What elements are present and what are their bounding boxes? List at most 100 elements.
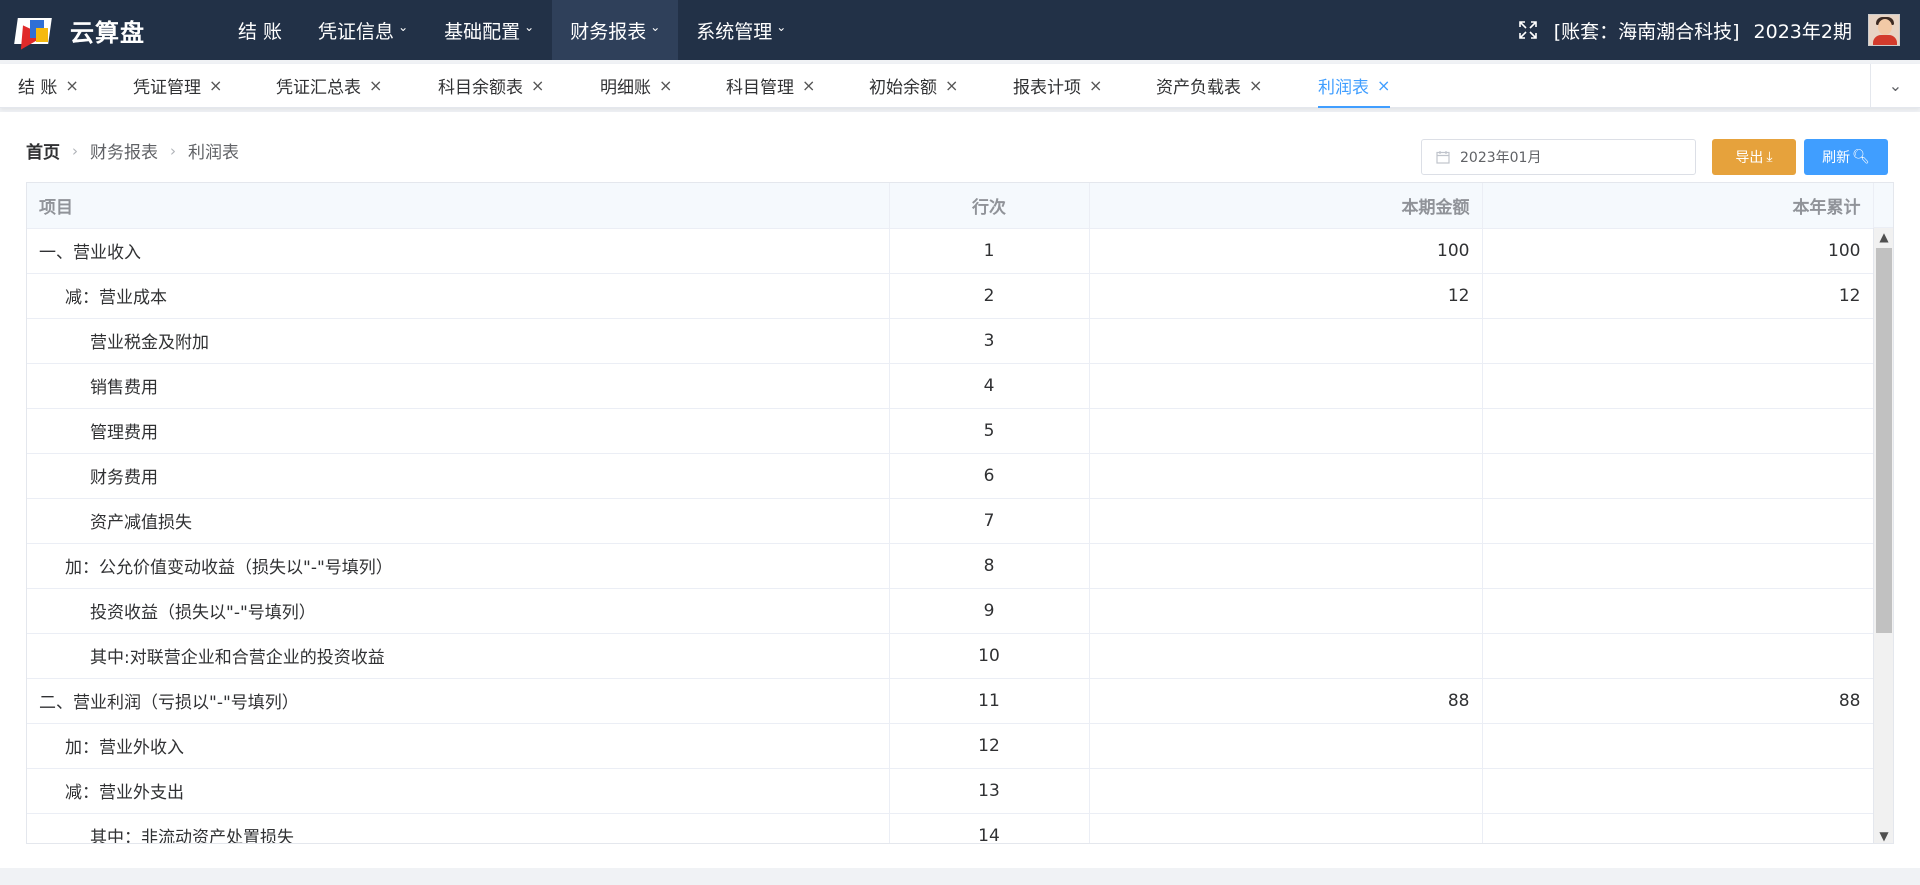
row-line-no: 14 xyxy=(889,813,1090,843)
page-tabs: 结 账 × 凭证管理 × 凭证汇总表 × 科目余额表 × 明细账 × 科目管理 × 初始余额 × 报表计项 ×… xyxy=(0,64,1870,108)
row-ytd-amount: 88 xyxy=(1482,678,1874,724)
breadcrumb-level1[interactable]: 财务报表 xyxy=(90,138,158,163)
row-item-name: 财务费用 xyxy=(27,453,890,499)
scrollbar-thumb[interactable] xyxy=(1876,248,1892,633)
brand[interactable]: 云算盘 xyxy=(0,0,210,60)
scroll-down-icon[interactable]: ▼ xyxy=(1874,827,1893,843)
close-icon[interactable]: × xyxy=(369,76,382,95)
row-line-no: 10 xyxy=(889,633,1090,679)
close-icon[interactable]: × xyxy=(1377,76,1390,95)
row-ytd-amount xyxy=(1482,498,1874,544)
month-picker-value: 2023年01月 xyxy=(1460,150,1542,166)
row-ytd-amount xyxy=(1482,318,1874,364)
page-tab-label: 初始余额 xyxy=(869,78,937,98)
row-current-amount xyxy=(1089,408,1483,454)
page-tab-label: 报表计项 xyxy=(1013,78,1081,98)
page-tab-label: 结 账 xyxy=(18,78,58,98)
user-avatar[interactable] xyxy=(1868,14,1900,46)
page-tab[interactable]: 资产负载表 × xyxy=(1156,64,1262,108)
table-row: 投资收益（损失以"-"号填列） 9 xyxy=(27,588,1874,634)
page-tab[interactable]: 科目管理 × xyxy=(726,64,815,108)
row-line-no: 13 xyxy=(889,768,1090,814)
page-tab[interactable]: 科目余额表 × xyxy=(438,64,544,108)
nav-menu-item[interactable]: 基础配置 ⌄ xyxy=(426,0,552,60)
row-line-no: 7 xyxy=(889,498,1090,544)
header-line-no: 行次 xyxy=(889,183,1090,229)
page-tab[interactable]: 凭证汇总表 × xyxy=(276,64,382,108)
close-icon[interactable]: × xyxy=(209,76,222,95)
close-icon[interactable]: × xyxy=(1249,76,1262,95)
row-ytd-amount xyxy=(1482,408,1874,454)
nav-menu-item[interactable]: 结 账 xyxy=(220,0,300,60)
row-ytd-amount xyxy=(1482,723,1874,769)
row-item-name: 其中:对联营企业和合营企业的投资收益 xyxy=(27,633,890,679)
row-ytd-amount xyxy=(1482,633,1874,679)
row-current-amount: 100 xyxy=(1089,228,1483,274)
chevron-down-icon: ⌄ xyxy=(1888,76,1903,95)
fullscreen-icon[interactable] xyxy=(1518,20,1538,40)
row-line-no: 8 xyxy=(889,543,1090,589)
row-item-name: 减：营业外支出 xyxy=(27,768,890,814)
export-label: 导出 xyxy=(1735,150,1764,166)
nav-menu-label: 结 账 xyxy=(238,20,283,43)
nav-menu-item[interactable]: 财务报表 ⌄ xyxy=(552,0,679,60)
row-current-amount xyxy=(1089,723,1483,769)
row-item-name: 一、营业收入 xyxy=(27,228,890,274)
table-row: 营业税金及附加 3 xyxy=(27,318,1874,364)
table-row: 减：营业外支出 13 xyxy=(27,768,1874,814)
table-row: 销售费用 4 xyxy=(27,363,1874,409)
table-scrollbar[interactable]: ▲ ▼ xyxy=(1873,228,1893,843)
page-tab[interactable]: 结 账 × xyxy=(18,64,79,108)
page-tab[interactable]: 明细账 × xyxy=(600,64,672,108)
table-row: 一、营业收入 1 100 100 xyxy=(27,228,1874,274)
export-button[interactable]: 导出 ⤓ xyxy=(1712,139,1796,175)
table-row: 管理费用 5 xyxy=(27,408,1874,454)
row-line-no: 11 xyxy=(889,678,1090,724)
month-picker[interactable]: 2023年01月 xyxy=(1421,139,1696,175)
close-icon[interactable]: × xyxy=(659,76,672,95)
nav-menu-item[interactable]: 凭证信息 ⌄ xyxy=(300,0,426,60)
row-line-no: 5 xyxy=(889,408,1090,454)
app-logo xyxy=(10,12,56,50)
close-icon[interactable]: × xyxy=(65,76,78,95)
chevron-down-icon: ⌄ xyxy=(524,20,535,34)
close-icon[interactable]: × xyxy=(945,76,958,95)
page-tab-label: 明细账 xyxy=(600,78,651,98)
page-tab[interactable]: 初始余额 × xyxy=(869,64,958,108)
page-tab-label: 资产负载表 xyxy=(1156,78,1241,98)
page-tab[interactable]: 利润表 × xyxy=(1318,64,1391,108)
search-icon: 🔍︎ xyxy=(1852,149,1870,165)
row-ytd-amount xyxy=(1482,453,1874,499)
close-icon[interactable]: × xyxy=(802,76,815,95)
refresh-button[interactable]: 刷新 🔍︎ xyxy=(1804,139,1888,175)
row-current-amount xyxy=(1089,498,1483,544)
breadcrumb-home[interactable]: 首页 xyxy=(26,138,60,163)
download-icon: ⤓ xyxy=(1766,149,1773,165)
refresh-label: 刷新 xyxy=(1822,150,1851,166)
row-ytd-amount xyxy=(1482,363,1874,409)
nav-menu-label: 财务报表 xyxy=(570,20,647,43)
chevron-right-icon: › xyxy=(72,141,78,160)
page-tab[interactable]: 凭证管理 × xyxy=(133,64,222,108)
table-row: 二、营业利润（亏损以"-"号填列） 11 88 88 xyxy=(27,678,1874,724)
row-ytd-amount xyxy=(1482,543,1874,589)
scroll-up-icon[interactable]: ▲ xyxy=(1874,228,1893,246)
page-tab-label: 科目余额表 xyxy=(438,78,523,98)
page-tab[interactable]: 报表计项 × xyxy=(1013,64,1102,108)
nav-menu-label: 凭证信息 xyxy=(318,20,395,43)
chevron-right-icon: › xyxy=(170,141,176,160)
row-ytd-amount: 100 xyxy=(1482,228,1874,274)
breadcrumb: 首页 › 财务报表 › 利润表 xyxy=(26,138,239,164)
tabs-dropdown-button[interactable]: ⌄ xyxy=(1870,63,1920,108)
nav-menu-label: 系统管理 xyxy=(696,20,773,43)
page-tab-label: 凭证汇总表 xyxy=(276,78,361,98)
income-statement-table: 项目 行次 本期金额 本年累计 一、营业收入 1 100 100 减：营业成本 2 12 12… xyxy=(26,182,1894,844)
close-icon[interactable]: × xyxy=(1089,76,1102,95)
row-line-no: 4 xyxy=(889,363,1090,409)
row-ytd-amount xyxy=(1482,768,1874,814)
row-item-name: 资产减值损失 xyxy=(27,498,890,544)
table-row: 加：公允价值变动收益（损失以"-"号填列） 8 xyxy=(27,543,1874,589)
nav-menu-item[interactable]: 系统管理 ⌄ xyxy=(678,0,804,60)
row-current-amount xyxy=(1089,588,1483,634)
close-icon[interactable]: × xyxy=(531,76,544,95)
